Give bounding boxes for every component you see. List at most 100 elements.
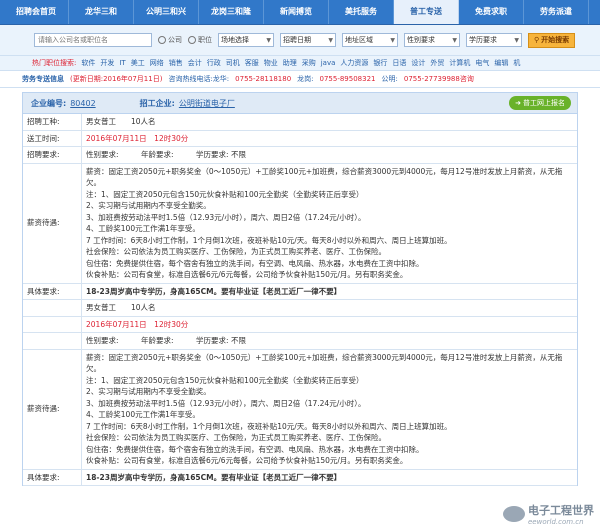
search-input[interactable] [34,33,152,47]
search-bar: 公司 职位 场地选择 ▼ 招聘日期 ▼ 地址区域 ▼ 性别要求 ▼ 学历要求 ▼ ⚲开始搜… [0,25,600,56]
area-select-label: 地址区域 [345,36,373,44]
row-key [23,300,81,316]
company-id-value[interactable]: 80402 [70,99,95,108]
radio-company[interactable]: 公司 [158,35,182,45]
salary-line: 注：1、固定工资2050元包含150元伙食补贴和100元全勤奖（全勤奖转正后享受… [86,189,364,199]
nav-item-longhua[interactable]: 龙华三和 [69,0,134,24]
salary-line: 7 工作时间：6天8小时工作制，1个月倒1次班，夜班补贴10元/天。每天8小时以… [86,421,452,431]
salary-line: 注：1、固定工资2050元包含150元伙食补贴和100元全勤奖（全勤奖转正后享受… [86,375,364,385]
phone-gongming: 0755-27739988咨询 [403,75,474,83]
table-row: 招聘工种: 男女普工 10人名 [23,114,577,131]
main-nav: 招聘会首页 龙华三和 公明三和兴 龙岗三和隆 新闻搏览 美托服务 普工专送 免费… [0,0,600,25]
hot-keyword[interactable]: 软件 [81,58,95,68]
hot-keyword[interactable]: 采购 [302,58,316,68]
table-row: 性别要求: 年龄要求: 学历要求: 不限 [23,333,577,350]
contact-title: 劳务专送信息 [22,75,64,83]
salary-line: 社会保险：公司依法为员工购买医疗、工伤保险，为正式员工购买养老、医疗、工伤保险。 [86,247,386,256]
nav-item-free-job[interactable]: 免费求职 [459,0,524,24]
longgang-label: 龙岗: [297,75,314,83]
hot-keyword[interactable]: 销售 [169,58,183,68]
nav-item-dispatch[interactable]: 劳务派遣 [524,0,589,24]
update-date: (更新日期:2016年07月11日) [70,75,163,83]
gender-select-label: 性别要求 [407,36,435,44]
table-row: 薪资待遇: 薪资：固定工资2050元+职务奖金（0～1050元）+工龄奖100元… [23,349,577,470]
company-name-value[interactable]: 公明街道电子厂 [179,98,235,109]
job-table: 招聘工种: 男女普工 10人名 送工时间: 2016年07月11日 12时30分… [22,114,578,486]
search-icon: ⚲ [534,36,540,44]
hot-keyword[interactable]: 外贸 [430,58,444,68]
gender-select[interactable]: 性别要求 ▼ [404,33,460,47]
search-button[interactable]: ⚲ 开始搜索 [528,32,576,48]
phone-longhua: 0755-28118180 [235,75,292,83]
send-date-value: 2016年07月11日 12时30分 [81,316,577,332]
send-date-value: 2016年07月11日 12时30分 [81,130,577,146]
table-row: 薪资待遇: 薪资：固定工资2050元+职务奖金（0～1050元）+工龄奖100元… [23,163,577,284]
salary-line: 薪资：固定工资2050元+职务奖金（0～1050元）+工龄奖100元+加班费，综… [86,166,563,188]
contact-bar: 劳务专送信息 (更新日期:2016年07月11日) 咨询热线电话:龙华: 075… [0,71,600,88]
field-select[interactable]: 场地选择 ▼ [218,33,274,47]
salary-line: 4、工龄奖100元工作满1年享受。 [86,410,200,419]
hot-keyword[interactable]: 美工 [131,58,145,68]
hot-keyword[interactable]: 计算机 [449,58,470,68]
nav-item-news[interactable]: 新闻搏览 [264,0,329,24]
chevron-down-icon: ▼ [390,36,395,44]
hot-keywords-label: 热门职位搜索: [32,59,77,67]
hotline-label: 咨询热线电话:龙华: [168,75,230,83]
edu-select-label: 学历要求 [469,36,497,44]
salary-line: 社会保险：公司依法为员工购买医疗、工伤保险，为正式员工购买养老、医疗、工伤保险。 [86,433,386,442]
salary-line: 2、实习期与试用期内不享受全勤奖。 [86,387,211,396]
nav-item-gongming[interactable]: 公明三和兴 [134,0,199,24]
hot-keyword[interactable]: 物业 [264,58,278,68]
apply-online-button[interactable]: ➜ 普工网上报名 [509,96,571,110]
hot-keyword[interactable]: 开发 [100,58,114,68]
hot-keyword[interactable]: 人力资源 [340,58,368,68]
salary-line: 薪资：固定工资2050元+职务奖金（0～1050元）+工龄奖100元+加班费，综… [86,352,563,374]
row-key [23,333,81,349]
chevron-down-icon: ▼ [514,36,519,44]
search-button-label: 开始搜索 [541,36,570,44]
chevron-down-icon: ▼ [328,36,333,44]
area-select[interactable]: 地址区域 ▼ [342,33,398,47]
apply-online-label: 普工网上报名 [523,99,565,107]
row-key: 具体要求: [27,286,60,296]
hot-keyword[interactable]: 客服 [245,58,259,68]
nav-item-general-worker[interactable]: 普工专送 [394,0,459,24]
hot-keyword[interactable]: 编辑 [494,58,508,68]
hot-keyword[interactable]: 网络 [150,58,164,68]
radio-position-label: 职位 [198,36,212,44]
hot-keyword[interactable]: 机 [513,58,520,68]
requirements-value: 性别要求: 年龄要求: 学历要求: 不限 [81,333,577,349]
salary-line: 7 工作时间：6天8小时工作制，1个月倒1次班，夜班补贴10元/天。每天8小时以… [86,235,452,245]
salary-line: 包住宿：免费提供住宿，每个宿舍有独立的洗手间，有空调、电风扇、热水器，水电费在工… [86,444,424,454]
row-key [23,317,81,333]
hot-keyword[interactable]: 助理 [283,58,297,68]
salary-line: 包住宿：免费提供住宿，每个宿舍有独立的洗手间，有空调、电风扇、热水器，水电费在工… [86,258,424,268]
nav-item-longgang[interactable]: 龙岗三和隆 [199,0,264,24]
table-row: 送工时间: 2016年07月11日 12时30分 [23,130,577,147]
table-row: 2016年07月11日 12时30分 [23,316,577,333]
chevron-down-icon: ▼ [452,36,457,44]
hot-keyword[interactable]: 日语 [392,58,406,68]
table-row: 男女普工 10人名 [23,300,577,317]
radio-position[interactable]: 职位 [188,35,212,45]
salary-line: 4、工龄奖100元工作满1年享受。 [86,224,200,233]
table-row: 招聘要求: 性别要求: 年龄要求: 学历要求: 不限 [23,147,577,164]
company-info-bar: 企业编号: 80402 招工企业: 公明街道电子厂 ➜ 普工网上报名 [22,92,578,114]
hot-keyword[interactable]: 司机 [226,58,240,68]
salary-line: 伙食补贴：公司有食堂，标准自选餐6元/6元每餐，公司给予伙食补贴150元/月。另… [86,456,408,465]
hot-keyword[interactable]: java [321,59,336,67]
salary-line: 伙食补贴：公司有食堂，标准自选餐6元/6元每餐，公司给予伙食补贴150元/月。另… [86,270,408,279]
hot-keyword[interactable]: 行政 [207,58,221,68]
hot-keyword[interactable]: 电气 [475,58,489,68]
edu-select[interactable]: 学历要求 ▼ [466,33,522,47]
detail-value: 18-23周岁高中专学历，身高165CM。要有毕业证【老员工近厂一律不要】 [81,469,577,485]
nav-item-service[interactable]: 美托服务 [329,0,394,24]
nav-item-home[interactable]: 招聘会首页 [4,0,69,24]
hot-keyword[interactable]: IT [119,59,125,67]
hot-keyword[interactable]: 银行 [373,58,387,68]
radio-company-label: 公司 [168,36,182,44]
hot-keyword[interactable]: 设计 [411,58,425,68]
date-select[interactable]: 招聘日期 ▼ [280,33,336,47]
hot-keyword[interactable]: 会计 [188,58,202,68]
job-type-value: 男女普工 10人名 [81,114,577,130]
